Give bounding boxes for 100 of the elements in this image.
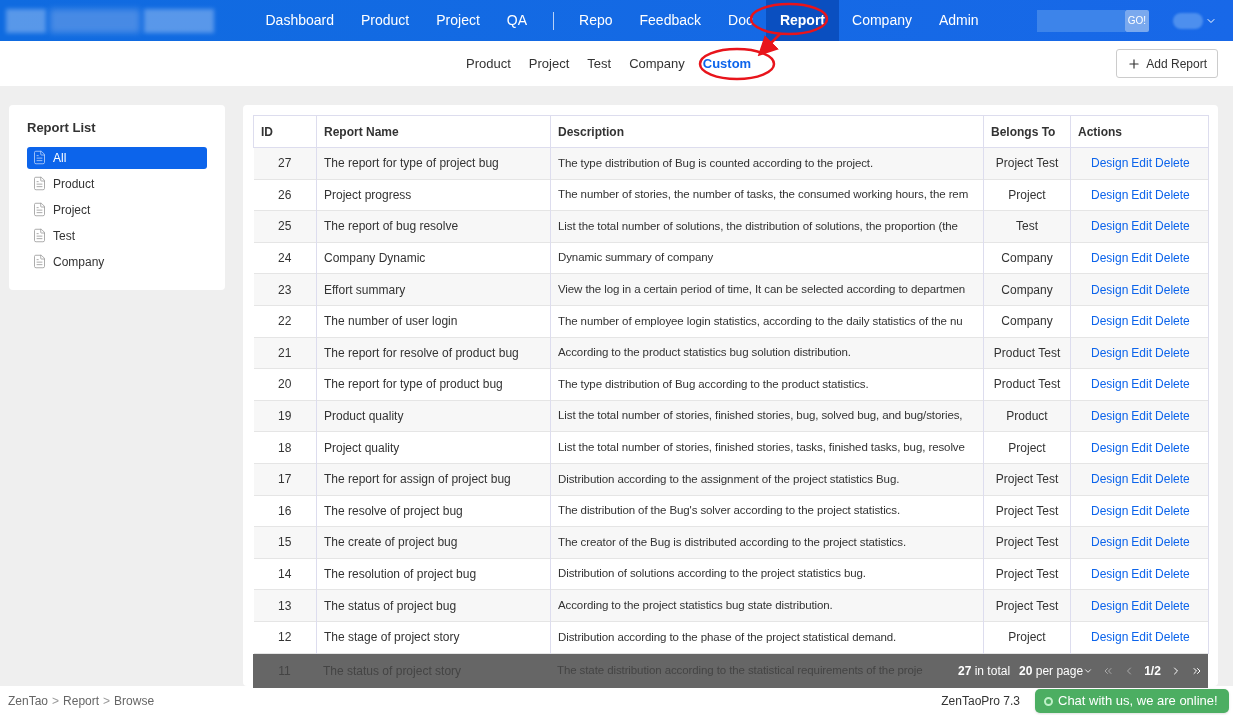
nav-item[interactable]: Dashboard xyxy=(252,0,348,41)
report-name-cell: Effort summary xyxy=(316,273,551,306)
action-link[interactable]: Design xyxy=(1091,535,1129,550)
nav-item[interactable]: Repo xyxy=(565,0,627,41)
action-link[interactable]: Design xyxy=(1091,409,1129,424)
action-link[interactable]: Delete xyxy=(1155,409,1190,424)
action-link[interactable]: Design xyxy=(1091,567,1129,581)
add-report-button[interactable]: Add Report xyxy=(1116,49,1218,78)
action-link[interactable]: Delete xyxy=(1155,567,1190,581)
belongs-to-cell: Project xyxy=(983,179,1071,211)
description-cell: List the total number of stories, finished stories, tasks, finished tasks, bug, resolve xyxy=(550,431,984,464)
action-link[interactable]: Design xyxy=(1091,503,1129,518)
action-link[interactable]: Design xyxy=(1091,251,1129,266)
action-link[interactable]: Design xyxy=(1091,377,1129,392)
action-link[interactable]: Delete xyxy=(1155,630,1190,645)
action-link[interactable]: Edit xyxy=(1131,630,1153,645)
nav-item[interactable]: Company xyxy=(838,0,926,41)
action-link[interactable]: Delete xyxy=(1155,472,1190,487)
action-link[interactable]: Edit xyxy=(1131,156,1153,171)
action-link[interactable]: Edit xyxy=(1131,282,1153,297)
action-link[interactable]: Delete xyxy=(1155,251,1190,266)
action-link[interactable]: Design xyxy=(1091,440,1129,455)
belongs-to-cell: Product Test xyxy=(983,368,1071,401)
report-category-item[interactable]: All xyxy=(27,146,207,169)
action-link[interactable]: Delete xyxy=(1155,377,1190,392)
belongs-to-cell: Project Test xyxy=(983,147,1071,180)
action-link[interactable]: Edit xyxy=(1131,503,1153,518)
breadcrumb-link[interactable]: Browse xyxy=(114,691,155,710)
action-link[interactable]: Edit xyxy=(1131,345,1153,360)
action-link[interactable]: Design xyxy=(1091,219,1129,234)
action-link[interactable]: Edit xyxy=(1131,567,1153,581)
action-link[interactable]: Edit xyxy=(1131,440,1153,455)
panel-title: Report List xyxy=(27,119,97,137)
action-link[interactable]: Edit xyxy=(1131,409,1153,424)
action-link[interactable]: Edit xyxy=(1131,187,1153,202)
report-category-item[interactable]: Project xyxy=(27,198,207,221)
report-name-cell: Project quality xyxy=(316,431,551,464)
action-link[interactable]: Design xyxy=(1091,472,1129,487)
description-cell: According to the project statistics bug state distribution. xyxy=(550,589,984,622)
action-link[interactable]: Delete xyxy=(1155,156,1190,171)
breadcrumb-link[interactable]: Report xyxy=(63,691,100,710)
action-link[interactable]: Design xyxy=(1091,282,1129,297)
action-link[interactable]: Design xyxy=(1091,598,1129,613)
report-name-cell: Project progress xyxy=(316,179,551,211)
nav-item[interactable]: Product xyxy=(347,0,423,41)
annotation-arrow xyxy=(757,33,781,57)
id-cell: 17 xyxy=(253,463,317,496)
report-category-item[interactable]: Test xyxy=(27,224,207,247)
action-link[interactable]: Delete xyxy=(1155,314,1190,329)
column-header: Actions xyxy=(1070,115,1209,148)
subnav-tab[interactable]: Company xyxy=(620,53,694,74)
belongs-to-cell: Project xyxy=(983,431,1071,464)
action-link[interactable]: Edit xyxy=(1131,377,1153,392)
id-cell: 21 xyxy=(253,337,317,369)
description-cell: The number of employee login statistics, according to the daily statistics of the nu xyxy=(550,305,984,338)
action-link[interactable]: Design xyxy=(1091,187,1129,202)
breadcrumb-link[interactable]: ZenTao xyxy=(8,691,49,710)
nav-item[interactable]: QA xyxy=(493,0,541,41)
action-link[interactable]: Edit xyxy=(1131,598,1153,613)
action-link[interactable]: Design xyxy=(1091,630,1129,645)
report-category-item[interactable]: Product xyxy=(27,172,207,195)
subnav-tab[interactable]: Test xyxy=(578,53,621,74)
version-label: ZenTaoPro 7.3 xyxy=(941,692,1020,710)
per-page-selector[interactable]: 20 per page xyxy=(1019,661,1094,680)
id-cell: 19 xyxy=(253,400,317,432)
breadcrumb-separator: > xyxy=(52,692,60,710)
id-cell: 12 xyxy=(253,621,317,653)
action-link[interactable]: Delete xyxy=(1155,503,1190,518)
belongs-to-cell: Company xyxy=(983,273,1071,306)
report-name-cell: The stage of project story xyxy=(316,621,551,653)
action-link[interactable]: Edit xyxy=(1131,251,1153,266)
report-category-item[interactable]: Company xyxy=(27,250,207,273)
action-link[interactable]: Delete xyxy=(1155,345,1190,360)
action-link[interactable]: Delete xyxy=(1155,440,1190,455)
action-link[interactable]: Design xyxy=(1091,314,1129,329)
action-link[interactable]: Edit xyxy=(1131,472,1153,487)
action-link[interactable]: Delete xyxy=(1155,535,1190,550)
id-cell: 23 xyxy=(253,273,317,306)
action-link[interactable]: Delete xyxy=(1155,187,1190,202)
action-link[interactable]: Edit xyxy=(1131,314,1153,329)
subnav-tab[interactable]: Product xyxy=(457,53,520,74)
subnav-tab[interactable]: Custom xyxy=(693,53,761,74)
action-link[interactable]: Delete xyxy=(1155,282,1190,297)
action-link[interactable]: Edit xyxy=(1131,219,1153,234)
column-header: Description xyxy=(550,115,984,148)
action-link[interactable]: Edit xyxy=(1131,535,1153,550)
action-link[interactable]: Delete xyxy=(1155,598,1190,613)
search-field[interactable] xyxy=(1036,9,1125,32)
id-cell: 15 xyxy=(253,526,317,559)
nav-item[interactable]: Project xyxy=(422,0,494,41)
nav-item[interactable]: Feedback xyxy=(626,0,715,41)
belongs-to-cell: Company xyxy=(983,242,1071,274)
subnav-tab[interactable]: Project xyxy=(519,53,579,74)
action-link[interactable]: Delete xyxy=(1155,219,1190,234)
action-link[interactable]: Design xyxy=(1091,156,1129,171)
blurred-user-avatar[interactable] xyxy=(1173,12,1203,29)
action-link[interactable]: Design xyxy=(1091,345,1129,360)
nav-item[interactable]: Admin xyxy=(925,0,993,41)
description-cell: Dynamic summary of company xyxy=(550,242,984,274)
chat-widget[interactable]: Chat with us, we are online! xyxy=(1035,689,1229,713)
